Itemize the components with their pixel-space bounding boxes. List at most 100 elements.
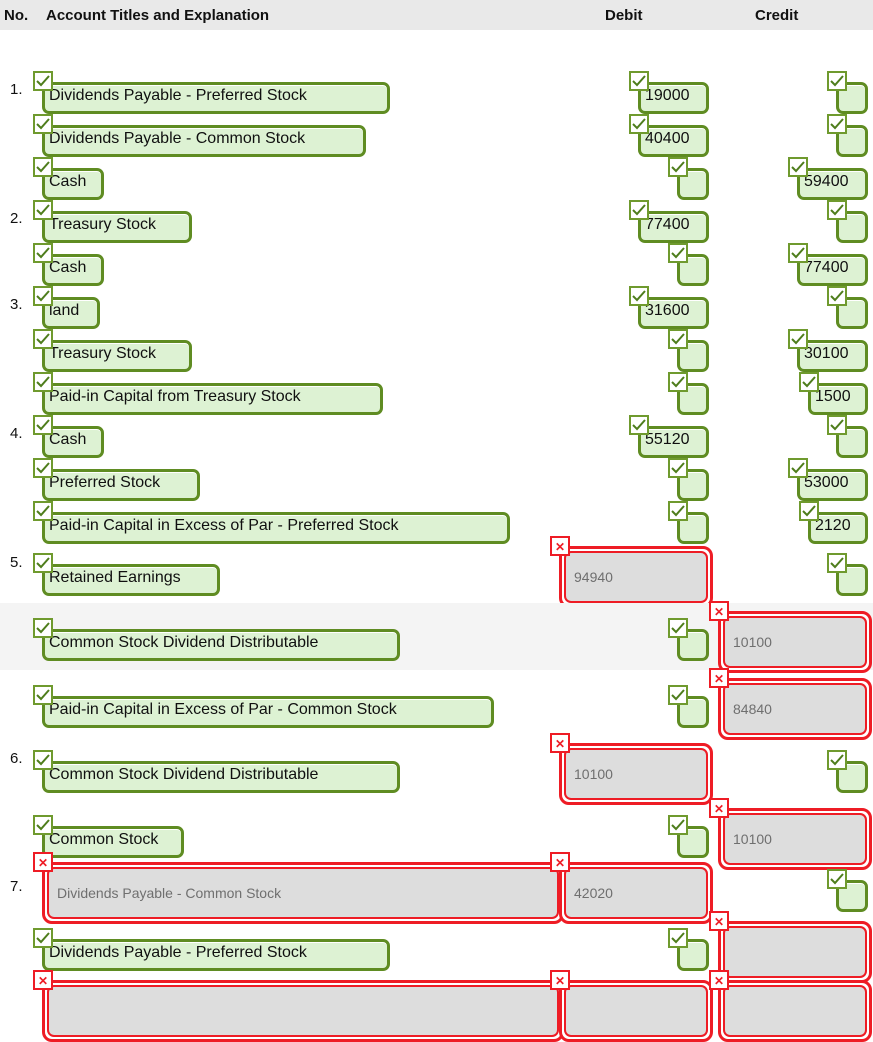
table-header: No. Account Titles and Explanation Debit… <box>0 0 873 30</box>
credit-field[interactable]: 30100 <box>788 329 868 372</box>
account-input[interactable]: Dividends Payable - Preferred Stock <box>42 82 390 114</box>
debit-field[interactable] <box>668 685 709 728</box>
account-field[interactable]: Treasury Stock <box>33 200 192 243</box>
credit-field[interactable]: 1500 <box>799 372 868 415</box>
credit-field[interactable] <box>827 286 868 329</box>
debit-field[interactable] <box>668 928 709 971</box>
account-field[interactable]: Paid-in Capital from Treasury Stock <box>33 372 383 415</box>
credit-field[interactable] <box>827 71 868 114</box>
check-icon <box>788 243 808 263</box>
debit-field[interactable]: 77400 <box>629 200 709 243</box>
check-icon <box>629 114 649 134</box>
credit-field[interactable] <box>827 200 868 243</box>
credit-field[interactable] <box>827 750 868 793</box>
account-input[interactable]: Common Stock <box>42 826 184 858</box>
check-icon <box>827 200 847 220</box>
check-icon <box>827 286 847 306</box>
debit-field[interactable] <box>668 157 709 200</box>
credit-input-inner <box>723 985 867 1037</box>
credit-field[interactable]: 53000 <box>788 458 868 501</box>
account-input[interactable]: Common Stock Dividend Distributable <box>42 761 400 793</box>
credit-field[interactable] <box>827 869 868 912</box>
account-input[interactable]: Retained Earnings <box>42 564 220 596</box>
account-field[interactable]: land <box>33 286 100 329</box>
credit-input[interactable]: 84840 <box>718 678 872 740</box>
debit-field[interactable] <box>668 618 709 661</box>
account-value: Common Stock Dividend Distributable <box>49 634 319 651</box>
account-field[interactable]: Dividends Payable - Preferred Stock <box>33 928 390 971</box>
account-value: Dividends Payable - Common Stock <box>49 130 306 147</box>
account-field[interactable]: Common Stock <box>33 815 184 858</box>
account-field[interactable]: Common Stock Dividend Distributable <box>33 618 400 661</box>
account-input[interactable]: Treasury Stock <box>42 211 192 243</box>
credit-input-inner: 84840 <box>723 683 867 735</box>
account-field[interactable]: Treasury Stock <box>33 329 192 372</box>
debit-field[interactable]: 31600 <box>629 286 709 329</box>
account-field[interactable]: Dividends Payable - Preferred Stock <box>33 71 390 114</box>
debit-field[interactable]: 94940 ✕ <box>550 536 713 608</box>
debit-field[interactable] <box>668 458 709 501</box>
debit-input[interactable] <box>559 980 713 1042</box>
check-icon <box>33 329 53 349</box>
check-icon <box>668 501 688 521</box>
debit-field[interactable]: 40400 <box>629 114 709 157</box>
account-input[interactable]: Paid-in Capital in Excess of Par - Prefe… <box>42 512 510 544</box>
credit-field[interactable]: 2120 <box>799 501 868 544</box>
account-value: Treasury Stock <box>49 345 156 362</box>
credit-field[interactable]: 59400 <box>788 157 868 200</box>
account-value: Dividends Payable - Preferred Stock <box>49 87 307 104</box>
account-input[interactable]: Treasury Stock <box>42 340 192 372</box>
table-row: 6. Common Stock Dividend Distributable 101… <box>0 733 873 805</box>
account-input[interactable]: Dividends Payable - Common Stock <box>42 125 366 157</box>
check-icon <box>668 372 688 392</box>
account-field[interactable]: Preferred Stock <box>33 458 200 501</box>
table-row: Paid-in Capital from Treasury Stock 1500 <box>0 369 873 415</box>
credit-field[interactable]: 84840 ✕ <box>709 668 872 740</box>
account-field[interactable]: Paid-in Capital in Excess of Par - Prefe… <box>33 501 510 544</box>
debit-input[interactable]: 94940 <box>559 546 713 608</box>
credit-input[interactable]: 10100 <box>718 611 872 673</box>
account-field[interactable]: ✕ <box>33 970 564 1042</box>
debit-field[interactable]: 19000 <box>629 71 709 114</box>
check-icon <box>668 157 688 177</box>
x-icon: ✕ <box>550 536 570 556</box>
check-icon <box>827 750 847 770</box>
credit-field[interactable]: ✕ <box>709 970 872 1042</box>
x-icon: ✕ <box>709 970 729 990</box>
credit-field[interactable]: 10100 ✕ <box>709 601 872 673</box>
row-number: 4. <box>10 425 23 442</box>
account-input[interactable]: Paid-in Capital from Treasury Stock <box>42 383 383 415</box>
credit-field[interactable] <box>827 415 868 458</box>
check-icon <box>33 553 53 573</box>
credit-field[interactable]: 77400 <box>788 243 868 286</box>
account-field[interactable]: Cash <box>33 243 104 286</box>
debit-field[interactable]: 10100 ✕ <box>550 733 713 805</box>
credit-field[interactable] <box>827 553 868 596</box>
check-icon <box>788 329 808 349</box>
account-input[interactable]: Common Stock Dividend Distributable <box>42 629 400 661</box>
account-field[interactable]: Retained Earnings <box>33 553 220 596</box>
account-input[interactable]: Paid-in Capital in Excess of Par - Commo… <box>42 696 494 728</box>
account-field[interactable]: Common Stock Dividend Distributable <box>33 750 400 793</box>
account-field[interactable]: Cash <box>33 157 104 200</box>
check-icon <box>827 869 847 889</box>
account-field[interactable]: Paid-in Capital in Excess of Par - Commo… <box>33 685 494 728</box>
debit-input[interactable]: 10100 <box>559 743 713 805</box>
x-icon: ✕ <box>709 668 729 688</box>
check-icon <box>33 157 53 177</box>
credit-input[interactable] <box>718 980 872 1042</box>
debit-field[interactable] <box>668 243 709 286</box>
debit-field[interactable]: ✕ <box>550 970 713 1042</box>
debit-field[interactable] <box>668 372 709 415</box>
account-field[interactable]: Cash <box>33 415 104 458</box>
account-input[interactable]: Dividends Payable - Preferred Stock <box>42 939 390 971</box>
check-icon <box>33 928 53 948</box>
debit-field[interactable] <box>668 501 709 544</box>
account-field[interactable]: Dividends Payable - Common Stock <box>33 114 366 157</box>
account-input[interactable]: Preferred Stock <box>42 469 200 501</box>
debit-field[interactable] <box>668 815 709 858</box>
debit-field[interactable]: 55120 <box>629 415 709 458</box>
credit-field[interactable] <box>827 114 868 157</box>
debit-field[interactable] <box>668 329 709 372</box>
account-input[interactable] <box>42 980 564 1042</box>
